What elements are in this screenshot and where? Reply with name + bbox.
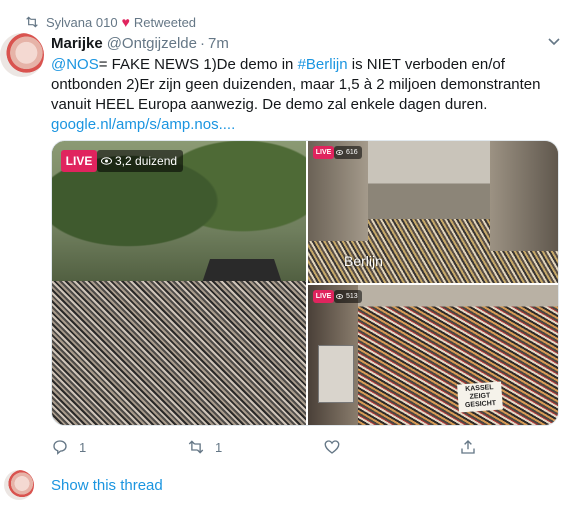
retweet-count: 1	[215, 439, 223, 455]
viewer-count-badge: 3,2 duizend	[97, 150, 184, 172]
tweet-timestamp[interactable]: 7m	[208, 35, 229, 52]
photo-tent	[202, 259, 282, 283]
tweet-body: Marijke @Ontgijzelde · 7m @NOS= FAKE NEW…	[51, 33, 561, 135]
url-link[interactable]: google.nl/amp/s/amp.nos....	[51, 116, 235, 133]
share-icon	[461, 440, 475, 454]
viewer-count-small: 513	[346, 293, 358, 300]
photo-bottom-right[interactable]: LIVE 513 KASSEL ZEIGT GESICHT	[308, 285, 558, 425]
photo-main[interactable]: LIVE 3,2 duizend	[52, 141, 306, 425]
city-overlay-label: Berlijn	[344, 253, 383, 269]
chevron-down-icon[interactable]	[547, 37, 561, 47]
eye-icon	[101, 157, 112, 165]
show-thread-link[interactable]: Show this thread	[51, 477, 163, 494]
separator-dot: ·	[199, 34, 205, 52]
live-badge-small: LIVE	[313, 146, 334, 159]
eye-icon	[336, 294, 343, 299]
retweeted-label: Retweeted	[133, 14, 197, 30]
live-badge-small: LIVE	[313, 290, 334, 303]
like-button[interactable]	[323, 438, 351, 456]
retweet-button[interactable]: 1	[187, 438, 222, 456]
author-handle[interactable]: @Ontgijzelde	[107, 35, 197, 52]
retweet-icon	[188, 440, 204, 454]
retweet-icon	[26, 16, 38, 28]
mention-link[interactable]: @NOS	[51, 56, 99, 73]
tweet-text-part-1: = FAKE NEWS 1)De demo in	[98, 56, 298, 73]
tweet-header: Marijke @Ontgijzelde · 7m	[51, 33, 561, 53]
photo-building-right	[490, 141, 558, 251]
photo-truck	[318, 345, 354, 403]
hashtag-link[interactable]: #Berlijn	[298, 56, 348, 73]
viewer-count-badge-small: 513	[334, 290, 362, 303]
live-badge: LIVE	[61, 150, 97, 172]
viewer-count-badge-small: 616	[334, 146, 362, 159]
thread-avatar[interactable]	[4, 470, 34, 500]
media-grid: LIVE 3,2 duizend LIVE 616 Berlijn LIVE 5…	[51, 140, 559, 426]
heart-outline-icon	[324, 440, 340, 454]
protest-sign: KASSEL ZEIGT GESICHT	[457, 381, 503, 413]
eye-icon	[336, 150, 343, 155]
heart-icon: ♥	[121, 14, 130, 30]
tweet-actions: 1 1	[51, 438, 481, 458]
viewer-count: 3,2 duizend	[115, 154, 178, 168]
author-avatar[interactable]	[0, 33, 44, 77]
reply-count: 1	[79, 439, 87, 455]
share-button[interactable]	[459, 438, 487, 456]
reply-button[interactable]: 1	[51, 438, 86, 456]
reply-icon	[53, 440, 67, 455]
photo-crowd	[52, 281, 306, 425]
viewer-count-small: 616	[346, 149, 358, 156]
tweet-text: @NOS= FAKE NEWS 1)De demo in #Berlijn is…	[51, 55, 571, 135]
author-name[interactable]: Marijke	[51, 35, 103, 52]
photo-top-right[interactable]: LIVE 616 Berlijn	[308, 141, 558, 283]
retweeted-by-row: Sylvana 010 ♥ Retweeted	[24, 13, 196, 31]
retweeter-name[interactable]: Sylvana 010	[46, 15, 118, 30]
